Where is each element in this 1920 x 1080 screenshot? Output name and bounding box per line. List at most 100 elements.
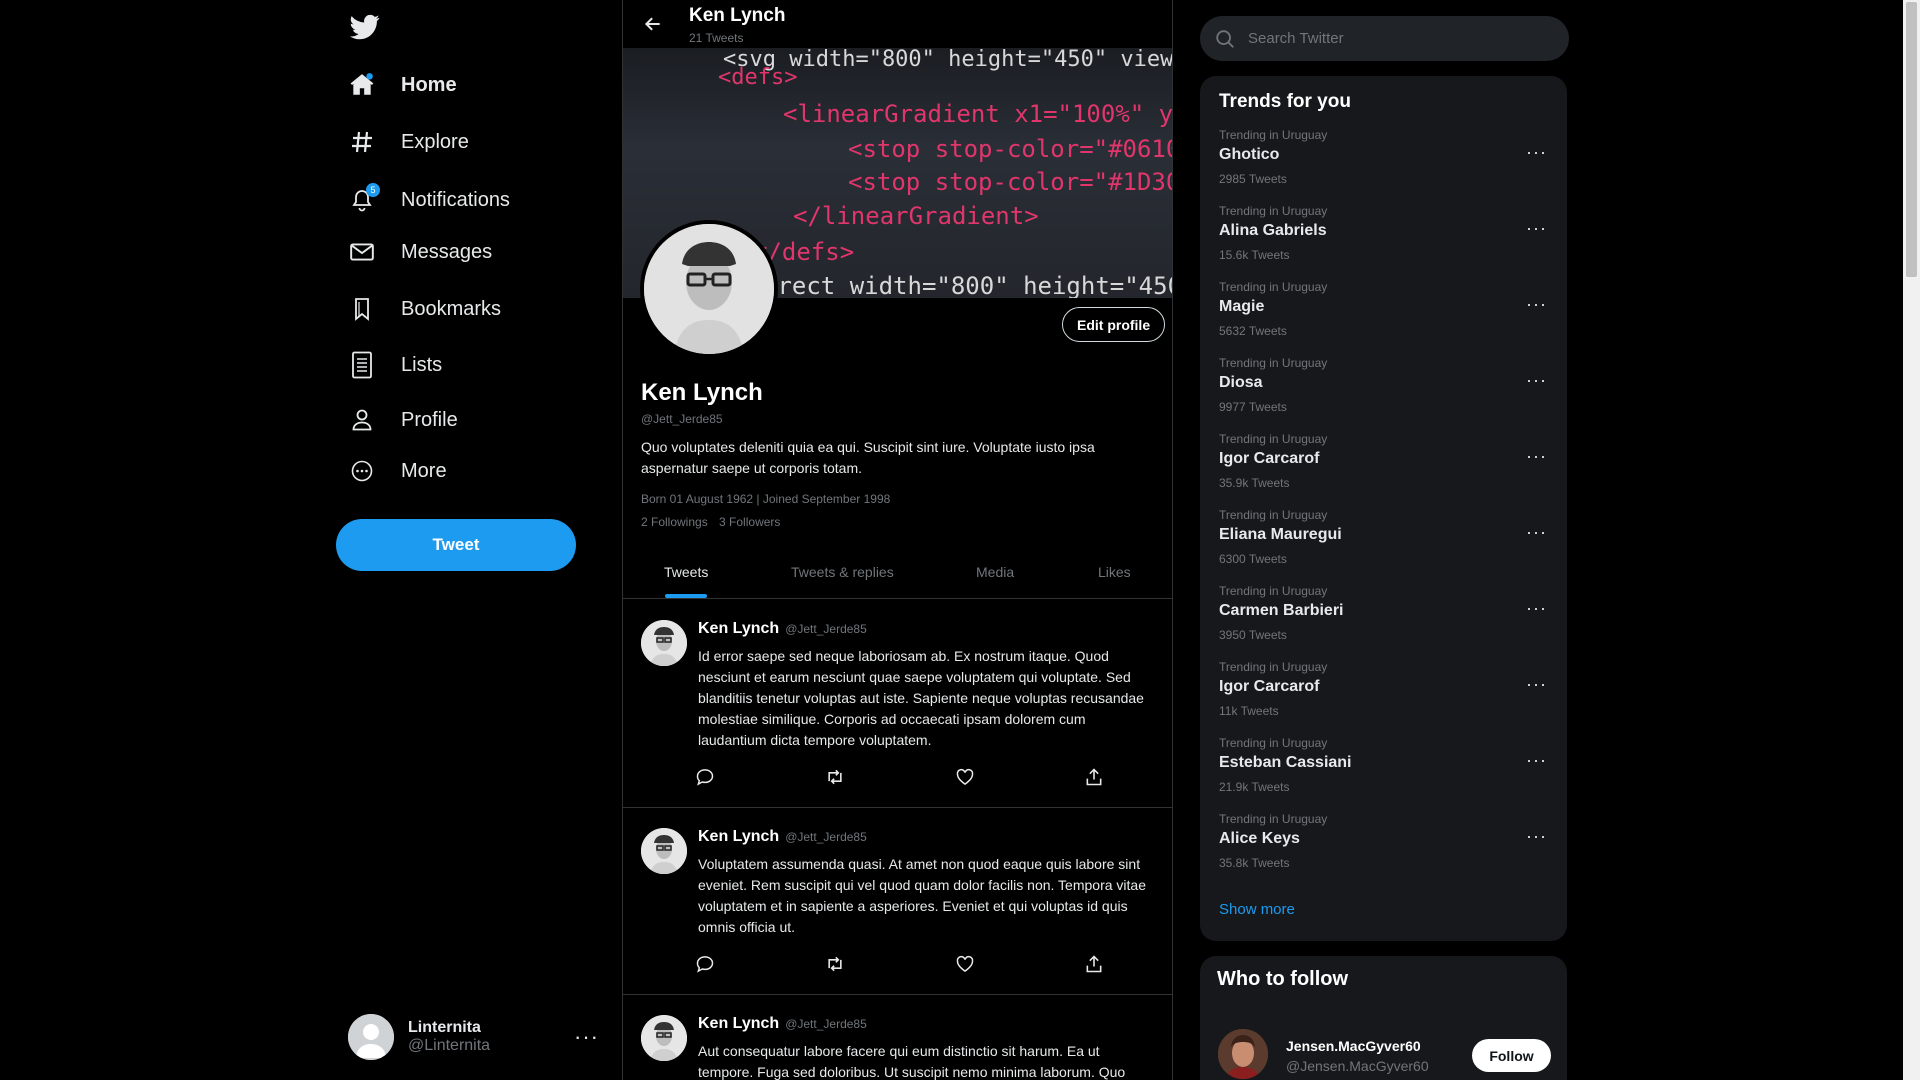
more-dots-icon[interactable]: ··· [1526, 218, 1547, 239]
trend-item[interactable]: Trending in Uruguay Carmen Barbieri 3950… [1200, 584, 1567, 660]
tweet-actions [695, 954, 1115, 976]
profile-column: Ken Lynch 21 Tweets <svg width="800" hei… [622, 0, 1173, 1080]
more-dots-icon[interactable]: ··· [1526, 674, 1547, 695]
share-icon[interactable] [1084, 954, 1106, 976]
avatar[interactable] [641, 828, 687, 874]
trend-name: Esteban Cassiani [1219, 754, 1352, 771]
follow-suggestion[interactable]: Jensen.MacGyver60 @Jensen.MacGyver60 Fol… [1218, 1029, 1558, 1079]
suggested-user-name: Jensen.MacGyver60 [1286, 1038, 1421, 1054]
tweet-card[interactable]: Ken Lynch @Jett_Jerde85 Id error saepe se… [623, 600, 1172, 808]
nav-item-bookmarks[interactable]: Bookmarks [348, 287, 501, 331]
more-dots-icon[interactable]: ··· [1526, 294, 1547, 315]
trend-count: 2985 Tweets [1219, 172, 1287, 186]
who-to-follow-title: Who to follow [1217, 968, 1349, 990]
avatar[interactable] [1218, 1029, 1268, 1079]
trend-item[interactable]: Trending in Uruguay Esteban Cassiani 21.… [1200, 736, 1567, 812]
more-dots-icon[interactable]: ··· [1526, 370, 1547, 391]
nav-item-label: Explore [401, 130, 469, 153]
back-arrow-icon[interactable] [643, 14, 663, 34]
nav-item-explore[interactable]: Explore [348, 120, 469, 164]
bookmark-icon [348, 295, 376, 323]
trend-item[interactable]: Trending in Uruguay Alice Keys 35.8k Twe… [1200, 812, 1567, 888]
search-box[interactable] [1200, 16, 1569, 61]
nav-item-home[interactable]: Home [348, 63, 457, 107]
avatar[interactable] [641, 620, 687, 666]
more-dots-icon[interactable]: ··· [1526, 446, 1547, 467]
trend-count: 15.6k Tweets [1219, 248, 1290, 262]
trend-item[interactable]: Trending in Uruguay Igor Carcarof 35.9k … [1200, 432, 1567, 508]
tweet-author-handle: @Jett_Jerde85 [785, 830, 867, 844]
trend-item[interactable]: Trending in Uruguay Eliana Mauregui 6300… [1200, 508, 1567, 584]
retweet-icon[interactable] [825, 767, 847, 789]
tab-tweets[interactable]: Tweets [664, 564, 708, 580]
trend-context: Trending in Uruguay [1219, 128, 1328, 142]
trends-panel: Trends for you Trending in Uruguay Ghoti… [1200, 76, 1567, 941]
follow-button[interactable]: Follow [1472, 1039, 1551, 1072]
nav-item-profile[interactable]: Profile [348, 398, 458, 442]
profile-tabs: Tweets Tweets & replies Media Likes [623, 553, 1172, 599]
scrollbar-thumb[interactable] [1906, 2, 1917, 277]
profile-follow-counts: 2 Followings 3 Followers [641, 515, 788, 529]
followings-link[interactable]: 2 Followings [641, 515, 708, 529]
reply-icon[interactable] [695, 767, 717, 789]
search-input[interactable] [1248, 30, 1548, 47]
trend-name: Diosa [1219, 374, 1263, 391]
tweet-actions [695, 767, 1115, 789]
trend-name: Ghotico [1219, 146, 1280, 163]
profile-birth-join: Born 01 August 1962 | Joined September 1… [641, 492, 891, 506]
like-heart-icon[interactable] [955, 767, 977, 789]
list-icon [348, 351, 376, 379]
tweet-card[interactable]: Ken Lynch @Jett_Jerde85 Voluptatem assume… [623, 808, 1172, 995]
trend-context: Trending in Uruguay [1219, 356, 1328, 370]
edit-profile-button[interactable]: Edit profile [1062, 307, 1166, 342]
trend-count: 21.9k Tweets [1219, 780, 1290, 794]
profile-avatar[interactable] [640, 220, 778, 358]
tweet-text: Id error saepe sed neque laboriosam ab. … [698, 648, 1144, 748]
trend-count: 35.9k Tweets [1219, 476, 1290, 490]
avatar[interactable] [641, 1015, 687, 1061]
trend-context: Trending in Uruguay [1219, 432, 1328, 446]
tweet-button[interactable]: Tweet [336, 519, 576, 571]
trend-count: 6300 Tweets [1219, 552, 1287, 566]
banner-code-line: <linearGradient x1="100%" y1 [783, 100, 1173, 128]
nav-item-more[interactable]: More [348, 449, 447, 493]
nav-item-notifications[interactable]: 5 Notifications [348, 178, 510, 222]
nav-item-messages[interactable]: Messages [348, 230, 492, 274]
reply-icon[interactable] [695, 954, 717, 976]
show-more-link[interactable]: Show more [1219, 901, 1295, 918]
nav-item-lists[interactable]: Lists [348, 343, 442, 387]
tab-tweets-replies[interactable]: Tweets & replies [791, 564, 894, 580]
twitter-logo-icon[interactable] [350, 12, 380, 42]
more-dots-icon[interactable]: ··· [1526, 826, 1547, 847]
tweet-author-name[interactable]: Ken Lynch [698, 620, 779, 637]
tweet-author-name[interactable]: Ken Lynch [698, 1015, 779, 1032]
retweet-icon[interactable] [825, 954, 847, 976]
trend-item[interactable]: Trending in Uruguay Magie 5632 Tweets ··… [1200, 280, 1567, 356]
share-icon[interactable] [1084, 767, 1106, 789]
trend-name: Alina Gabriels [1219, 222, 1327, 239]
trend-item[interactable]: Trending in Uruguay Diosa 9977 Tweets ··… [1200, 356, 1567, 432]
nav-item-label: Home [401, 73, 457, 96]
page-scrollbar[interactable] [1903, 0, 1920, 1080]
more-dots-icon[interactable]: ··· [574, 1024, 599, 1050]
like-heart-icon[interactable] [955, 954, 977, 976]
tweet-card[interactable]: Ken Lynch @Jett_Jerde85 Aut consequatur l… [623, 995, 1172, 1080]
more-dots-icon[interactable]: ··· [1526, 522, 1547, 543]
trend-item[interactable]: Trending in Uruguay Ghotico 2985 Tweets … [1200, 128, 1567, 204]
trend-item[interactable]: Trending in Uruguay Alina Gabriels 15.6k… [1200, 204, 1567, 280]
trend-name: Eliana Mauregui [1219, 526, 1342, 543]
account-switcher[interactable]: Linternita @Linternita ··· [348, 1012, 608, 1062]
followers-link[interactable]: 3 Followers [719, 515, 780, 529]
trend-item[interactable]: Trending in Uruguay Igor Carcarof 11k Tw… [1200, 660, 1567, 736]
more-dots-icon[interactable]: ··· [1526, 598, 1547, 619]
more-dots-icon[interactable]: ··· [1526, 142, 1547, 163]
nav-item-label: Bookmarks [401, 297, 502, 320]
trend-count: 5632 Tweets [1219, 324, 1287, 338]
more-dots-icon[interactable]: ··· [1526, 750, 1547, 771]
tweet-text: Voluptatem assumenda quasi. At amet non … [698, 856, 1146, 935]
tab-likes[interactable]: Likes [1098, 564, 1131, 580]
banner-code-line: </linearGradient> [793, 202, 1039, 230]
tweet-author-name[interactable]: Ken Lynch [698, 828, 779, 845]
tab-media[interactable]: Media [976, 564, 1014, 580]
header-tweet-count: 21 Tweets [689, 31, 744, 45]
